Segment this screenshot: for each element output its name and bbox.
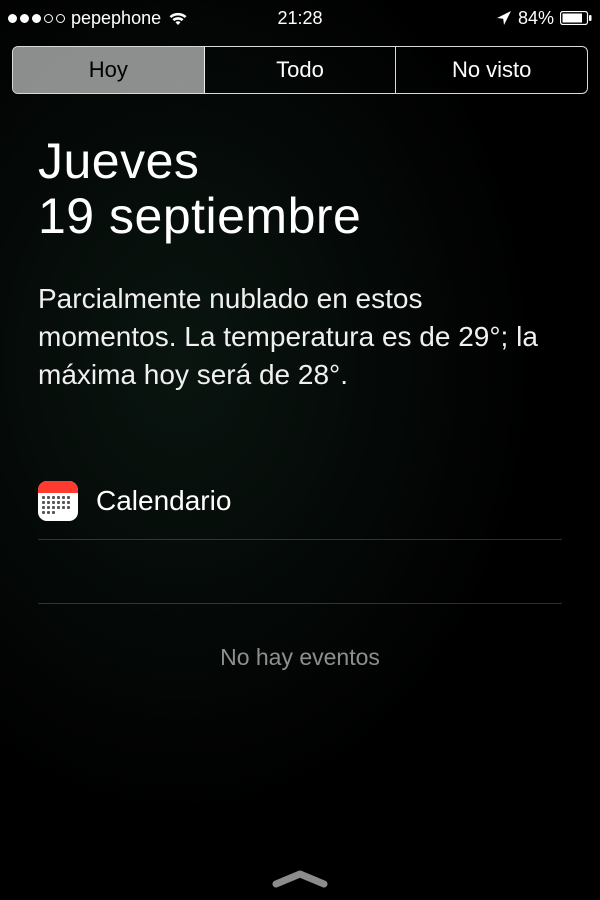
battery-icon	[560, 11, 592, 25]
status-left: pepephone	[8, 8, 189, 29]
status-right: 84%	[496, 8, 592, 29]
calendar-section: Calendario No hay eventos	[38, 481, 562, 671]
location-icon	[496, 10, 512, 26]
tab-all[interactable]: Todo	[205, 47, 397, 93]
calendar-header[interactable]: Calendario	[38, 481, 562, 540]
today-date: 19 septiembre	[38, 189, 562, 244]
status-time: 21:28	[277, 8, 322, 29]
tab-today[interactable]: Hoy	[13, 47, 205, 93]
wifi-icon	[167, 10, 189, 26]
calendar-title: Calendario	[96, 485, 231, 517]
status-bar: pepephone 21:28 84%	[0, 0, 600, 36]
grabber-handle[interactable]	[270, 870, 330, 888]
list-item	[38, 540, 562, 604]
today-view: Jueves 19 septiembre Parcialmente nublad…	[0, 134, 600, 671]
tab-unseen[interactable]: No visto	[396, 47, 587, 93]
carrier-label: pepephone	[71, 8, 161, 29]
no-events-label: No hay eventos	[38, 604, 562, 671]
today-date-header: Jueves 19 septiembre	[38, 134, 562, 244]
today-weekday: Jueves	[38, 134, 562, 189]
calendar-icon	[38, 481, 78, 521]
signal-strength-icon	[8, 14, 65, 23]
weather-summary: Parcialmente nublado en estos momentos. …	[38, 280, 562, 393]
notification-tabs: Hoy Todo No visto	[12, 46, 588, 94]
battery-percentage: 84%	[518, 8, 554, 29]
